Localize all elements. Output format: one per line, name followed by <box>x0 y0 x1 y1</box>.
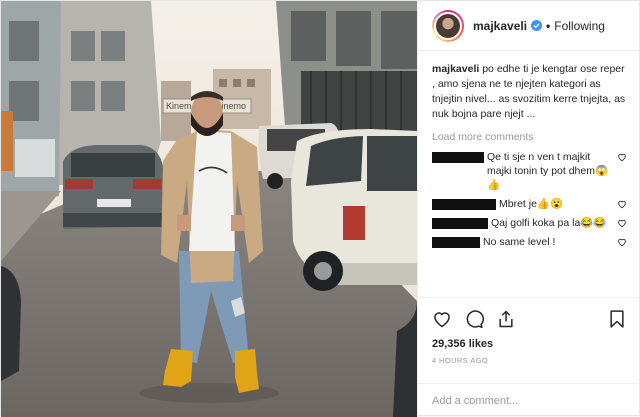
redacted-username <box>432 217 488 229</box>
caption: majkaveli po edhe ti je kengtar ose repe… <box>432 62 627 122</box>
load-more-comments-button[interactable]: Load more comments <box>432 131 627 143</box>
comment-bubble-icon[interactable] <box>464 309 484 329</box>
comment-like-icon[interactable] <box>617 237 627 247</box>
comment-text: Qe ti sje n ven t majkit majki tonin ty … <box>487 151 609 191</box>
action-bar <box>432 306 627 332</box>
following-button[interactable]: Following <box>554 19 605 33</box>
comment-text: No same level ! <box>483 236 556 248</box>
like-heart-icon[interactable] <box>432 309 452 329</box>
redacted-username <box>432 198 496 210</box>
comments-section: majkaveli po edhe ti je kengtar ose repe… <box>418 51 639 297</box>
post-timestamp: 4 HOURS AGO <box>432 356 489 365</box>
instagram-post: Kinema Cinemo majkaveli • Following majk… <box>0 0 640 417</box>
post-photo[interactable]: Kinema Cinemo <box>1 1 417 417</box>
share-icon[interactable] <box>496 309 516 329</box>
separator-dot: • <box>546 18 551 33</box>
comment-item: No same level ! <box>432 235 627 249</box>
post-side-panel: majkaveli • Following majkaveli po edhe … <box>417 1 639 417</box>
comment-like-icon[interactable] <box>617 199 627 209</box>
redacted-username <box>432 236 480 248</box>
comment-item: Qe ti sje n ven t majkit majki tonin ty … <box>432 150 627 192</box>
avatar[interactable] <box>432 9 464 42</box>
verified-badge-icon <box>531 20 543 31</box>
comment-text: Mbret je👍😮 <box>499 198 564 210</box>
comment-text: Qaj golfi koka pa la😂😂 <box>491 217 607 229</box>
comment-item: Mbret je👍😮 <box>432 197 627 211</box>
caption-username[interactable]: majkaveli <box>432 63 479 75</box>
comment-like-icon[interactable] <box>617 218 627 228</box>
comment-like-icon[interactable] <box>617 152 627 162</box>
redacted-username <box>432 151 484 163</box>
comment-item: Qaj golfi koka pa la😂😂 <box>432 216 627 230</box>
street-scene: Kinema Cinemo <box>1 1 417 417</box>
add-comment-input[interactable]: Add a comment... <box>418 383 639 417</box>
like-count[interactable]: 29,356 likes <box>432 338 627 350</box>
username[interactable]: majkaveli <box>473 19 527 33</box>
bookmark-icon[interactable] <box>607 309 627 329</box>
post-header: majkaveli • Following <box>418 1 639 51</box>
